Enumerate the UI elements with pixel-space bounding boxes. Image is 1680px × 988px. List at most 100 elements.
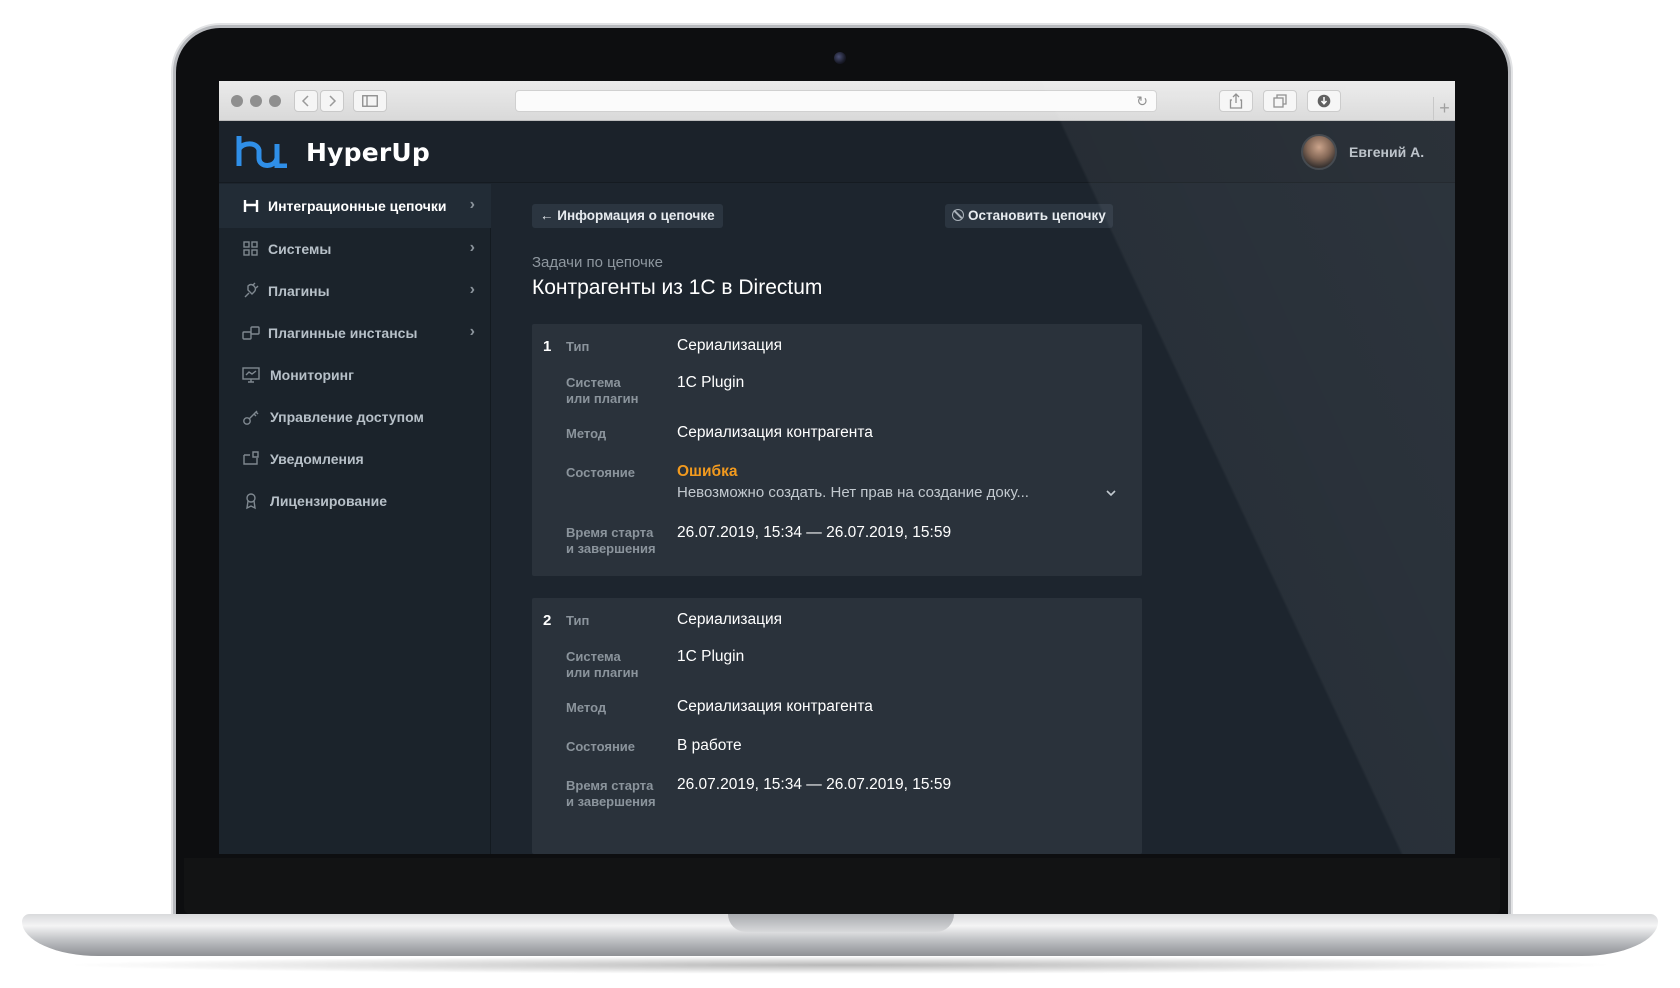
chain-icon [243, 200, 259, 212]
monitor-icon [242, 367, 260, 383]
chevron-left-icon [301, 95, 309, 107]
sidebar-item-label: Мониторинг [270, 367, 354, 383]
system-value: 1C Plugin [677, 374, 745, 391]
sidebar-item-label: Плагинные инстансы [268, 325, 418, 341]
sidebar-item-systems[interactable]: Системы › [219, 227, 491, 271]
type-label: Тип [566, 339, 590, 354]
user-name[interactable]: Евгений А. [1349, 144, 1424, 160]
sidebar-item-label: Лицензирование [270, 493, 388, 509]
system-label: Система или плагин [566, 649, 666, 681]
share-button[interactable] [1219, 90, 1253, 112]
camera-icon [834, 52, 846, 64]
state-value: В работе [677, 737, 742, 754]
sidebar-item-notifications[interactable]: Уведомления [219, 437, 491, 481]
badge-icon [246, 493, 256, 510]
time-value: 26.07.2019, 15:34 — 26.07.2019, 15:59 [677, 776, 952, 793]
address-bar[interactable]: ↻ [515, 90, 1157, 112]
browser-toolbar: ↻ + [219, 81, 1455, 121]
sidebar-icon [362, 95, 378, 107]
task-number: 2 [543, 612, 552, 629]
download-icon [1317, 94, 1331, 108]
state-label: Состояние [566, 739, 636, 754]
laptop-chin [184, 858, 1500, 914]
time-label-line1: Время старта [566, 525, 654, 540]
downloads-button[interactable] [1307, 90, 1341, 112]
system-label-line2: или плагин [566, 665, 639, 680]
time-label-line2: и завершения [566, 541, 656, 556]
state-detail: Невозможно создать. Нет прав на создание… [677, 484, 1029, 501]
tabs-overview-button[interactable] [1263, 90, 1297, 112]
time-label-line1: Время старта [566, 778, 654, 793]
task-card: 2 Тип Сериализация Система или плагин 1C… [532, 598, 1142, 854]
laptop-notch [728, 914, 954, 932]
browser-forward-button[interactable] [320, 90, 344, 112]
system-label-line1: Система [566, 649, 621, 664]
zoom-window-button[interactable] [269, 95, 281, 107]
hu-logo-icon[interactable] [235, 136, 291, 168]
app-name: HyperUp [306, 138, 430, 167]
link-icon [242, 326, 260, 340]
app-header: HyperUp Евгений А. [219, 121, 1455, 183]
arrow-left-icon: ← [540, 208, 554, 223]
time-value: 26.07.2019, 15:34 — 26.07.2019, 15:59 [677, 524, 952, 541]
type-value: Сериализация [677, 337, 783, 354]
method-label: Метод [566, 426, 607, 441]
chevron-right-icon: › [469, 281, 475, 298]
chevron-down-icon[interactable] [1105, 488, 1117, 498]
time-label: Время старта и завершения [566, 525, 666, 557]
minimize-window-button[interactable] [250, 95, 262, 107]
stop-button-label: Остановить цепочку [968, 208, 1106, 223]
sidebar-item-label: Уведомления [270, 451, 364, 467]
state-value: Ошибка [677, 463, 738, 480]
screen: ↻ + HyperUp Евгений А. Интеграционные це… [219, 81, 1455, 854]
task-card: 1 Тип Сериализация Система или плагин 1C… [532, 324, 1142, 576]
sidebar-item-access[interactable]: Управление доступом [219, 395, 491, 439]
tabs-icon [1273, 94, 1287, 108]
method-value: Сериализация контрагента [677, 698, 873, 715]
method-value: Сериализация контрагента [677, 424, 873, 441]
close-window-button[interactable] [231, 95, 243, 107]
stop-chain-button[interactable]: Остановить цепочку [945, 204, 1113, 228]
key-icon [243, 410, 259, 425]
sidebar-item-plugin-instances[interactable]: Плагинные инстансы › [219, 311, 491, 355]
sidebar-item-chains[interactable]: Интеграционные цепочки › [219, 184, 491, 228]
method-label: Метод [566, 700, 607, 715]
sidebar-item-plugins[interactable]: Плагины › [219, 269, 491, 313]
laptop-shadow [60, 956, 1620, 974]
page-subtitle: Задачи по цепочке [532, 254, 663, 271]
type-value: Сериализация [677, 611, 783, 628]
time-label-line2: и завершения [566, 794, 656, 809]
system-label: Система или плагин [566, 375, 666, 407]
type-label: Тип [566, 613, 590, 628]
main-content: ← Информация о цепочке Остановить цепочк… [492, 184, 1455, 854]
avatar[interactable] [1301, 134, 1337, 170]
sidebar-item-licensing[interactable]: Лицензирование [219, 479, 491, 523]
system-label-line1: Система [566, 375, 621, 390]
state-label: Состояние [566, 465, 636, 480]
bell-icon [243, 451, 259, 465]
chevron-right-icon: › [469, 196, 475, 213]
sidebar-item-monitoring[interactable]: Мониторинг [219, 353, 491, 397]
back-to-chain-info-button[interactable]: ← Информация о цепочке [532, 204, 723, 228]
task-number: 1 [543, 338, 552, 355]
grid-icon [243, 241, 258, 256]
share-icon [1229, 93, 1243, 109]
sidebar-toggle-button[interactable] [353, 90, 387, 112]
chevron-right-icon: › [469, 323, 475, 340]
system-label-line2: или плагин [566, 391, 639, 406]
sidebar-item-label: Системы [268, 241, 332, 257]
chevron-right-icon [329, 95, 337, 107]
stop-icon [952, 209, 964, 221]
chevron-right-icon: › [469, 239, 475, 256]
new-tab-button[interactable]: + [1433, 97, 1455, 121]
sidebar: Интеграционные цепочки › Системы › Плаги… [219, 184, 491, 854]
back-button-label: Информация о цепочке [557, 208, 715, 223]
sidebar-item-label: Управление доступом [270, 409, 424, 425]
plug-icon [244, 282, 259, 298]
page-title: Контрагенты из 1С в Directum [532, 276, 823, 299]
sidebar-item-label: Плагины [268, 283, 330, 299]
system-value: 1C Plugin [677, 648, 745, 665]
reload-icon[interactable]: ↻ [1136, 93, 1148, 110]
browser-back-button[interactable] [294, 90, 318, 112]
time-label: Время старта и завершения [566, 778, 666, 810]
